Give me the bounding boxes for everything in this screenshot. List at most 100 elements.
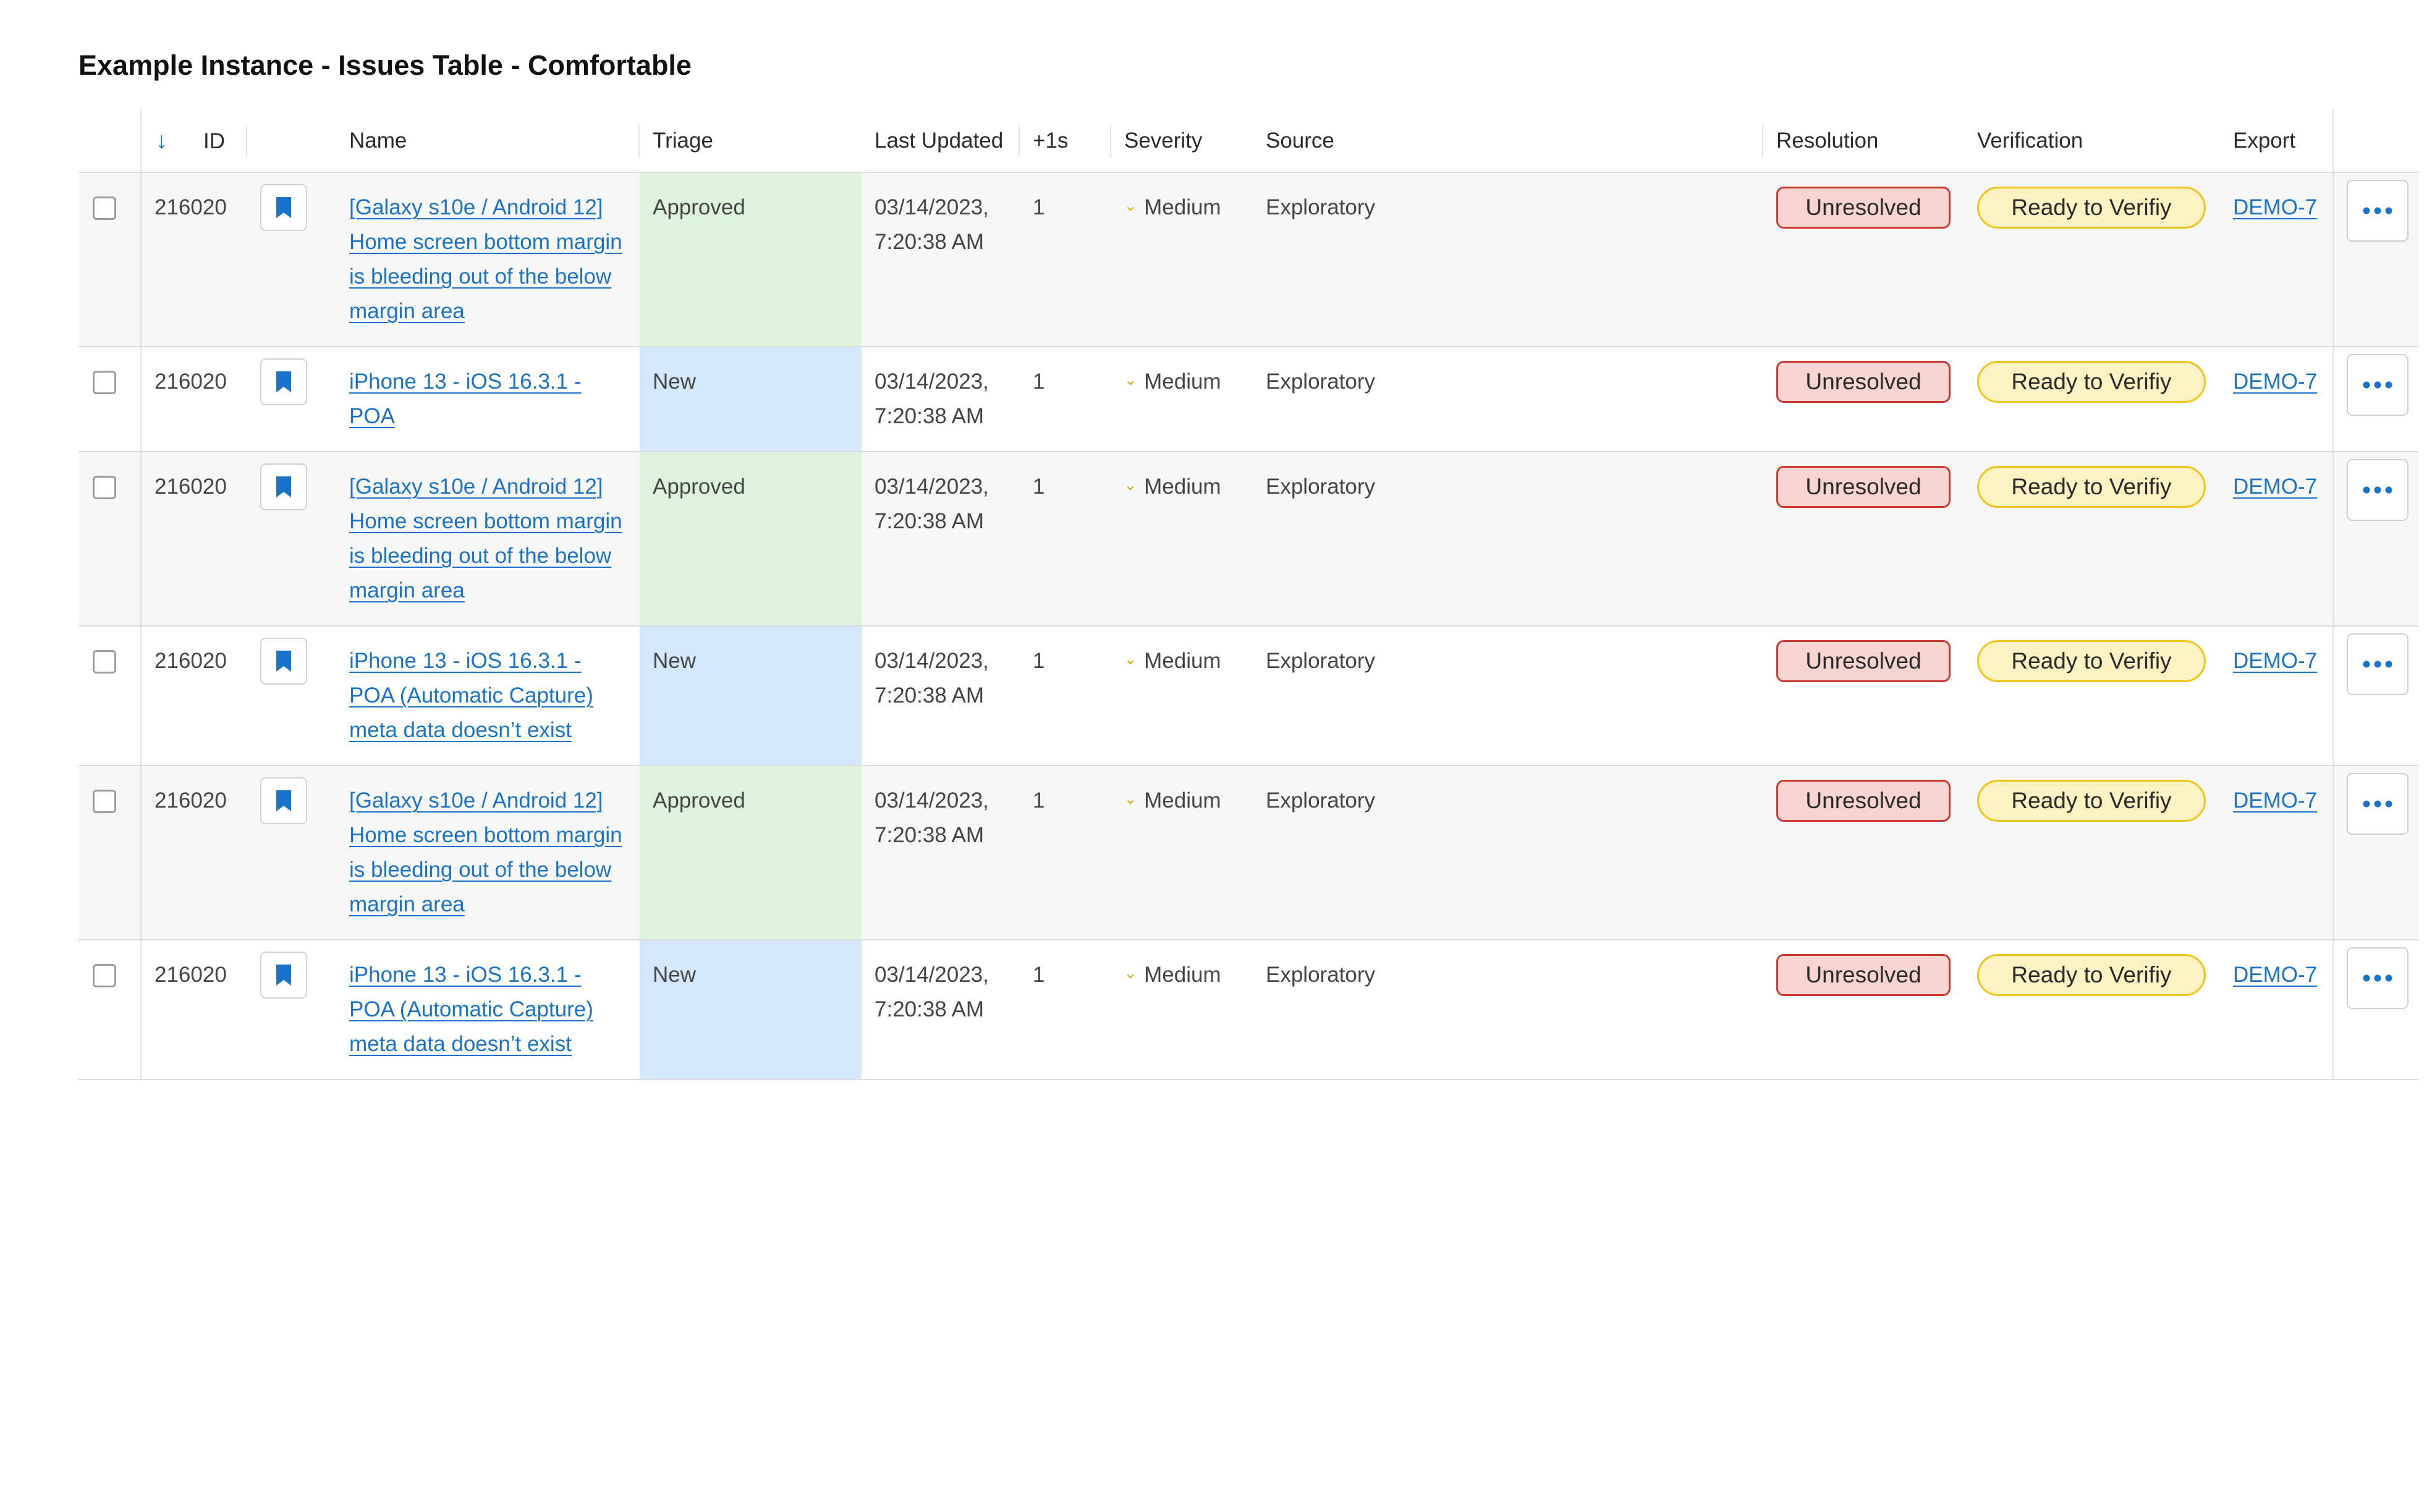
bookmark-button[interactable] [260, 952, 307, 999]
more-actions-button[interactable] [2347, 947, 2409, 1009]
last-updated-cell: 03/14/2023, 7:20:38 AM [862, 452, 1020, 627]
plus-ones-cell: 1 [1020, 626, 1111, 766]
triage-cell: Approved [640, 766, 862, 940]
severity-value: Medium [1144, 195, 1221, 219]
more-actions-button[interactable] [2347, 459, 2409, 521]
export-link[interactable]: DEMO-7 [2233, 370, 2317, 394]
export-link[interactable]: DEMO-7 [2233, 475, 2317, 499]
row-checkbox[interactable] [93, 196, 116, 220]
bookmark-cell [247, 347, 336, 452]
verification-badge: Ready to Verifiy [1977, 954, 2206, 996]
column-header-id[interactable]: ↓ ID [141, 110, 247, 173]
resolution-cell: Unresolved [1763, 766, 1964, 940]
source-cell: Exploratory [1253, 172, 1763, 347]
resolution-badge: Unresolved [1776, 640, 1951, 682]
bookmark-button[interactable] [260, 638, 307, 685]
issue-name-link[interactable]: iPhone 13 - iOS 16.3.1 - POA (Automatic … [349, 963, 593, 1056]
resolution-cell: Unresolved [1763, 626, 1964, 766]
last-updated-time: 7:20:38 AM [875, 683, 985, 707]
issue-name-link[interactable]: [Galaxy s10e / Android 12] Home screen b… [349, 475, 622, 602]
export-link[interactable]: DEMO-7 [2233, 788, 2317, 813]
last-updated-cell: 03/14/2023, 7:20:38 AM [862, 172, 1020, 347]
last-updated-cell: 03/14/2023, 7:20:38 AM [862, 940, 1020, 1080]
triage-cell: Approved [640, 452, 862, 627]
last-updated-cell: 03/14/2023, 7:20:38 AM [862, 626, 1020, 766]
id-cell: 216020 [141, 172, 247, 347]
id-cell: 216020 [141, 766, 247, 940]
select-cell [78, 940, 142, 1080]
chevron-down-icon: ⌄ [1124, 790, 1137, 808]
select-cell [78, 766, 142, 940]
resolution-badge: Unresolved [1776, 187, 1951, 229]
issue-name-link[interactable]: [Galaxy s10e / Android 12] Home screen b… [349, 195, 622, 323]
column-header-resolution[interactable]: Resolution [1763, 110, 1964, 173]
severity-value: Medium [1144, 963, 1221, 987]
issue-name-link[interactable]: iPhone 13 - iOS 16.3.1 - POA (Automatic … [349, 649, 593, 742]
column-header-last-updated[interactable]: Last Updated [862, 110, 1020, 173]
resolution-badge: Unresolved [1776, 954, 1951, 996]
issue-name-link[interactable]: iPhone 13 - iOS 16.3.1 - POA [349, 370, 582, 428]
resolution-cell: Unresolved [1763, 172, 1964, 347]
column-header-verification[interactable]: Verification [1964, 110, 2220, 173]
column-header-export[interactable]: Export [2220, 110, 2334, 173]
more-actions-button[interactable] [2347, 633, 2409, 695]
bookmark-button[interactable] [260, 184, 307, 231]
last-updated-date: 03/14/2023, [875, 370, 989, 394]
triage-cell: New [640, 626, 862, 766]
actions-column-header [2333, 110, 2418, 173]
more-actions-button[interactable] [2347, 354, 2409, 416]
source-value: Exploratory [1266, 370, 1376, 394]
triage-status: Approved [653, 475, 745, 499]
issue-id: 216020 [155, 963, 227, 987]
column-header-triage[interactable]: Triage [640, 110, 862, 173]
sort-descending-icon[interactable]: ↓ [156, 128, 167, 154]
select-cell [78, 452, 142, 627]
issues-table: ↓ ID Name Triage Last Updated +1s Severit… [78, 110, 2418, 1080]
last-updated-time: 7:20:38 AM [875, 823, 985, 847]
verification-badge: Ready to Verifiy [1977, 361, 2206, 403]
verification-cell: Ready to Verifiy [1964, 766, 2220, 940]
export-link[interactable]: DEMO-7 [2233, 195, 2317, 219]
column-header-plus-ones[interactable]: +1s [1020, 110, 1111, 173]
column-header-name[interactable]: Name [336, 110, 640, 173]
row-checkbox[interactable] [93, 790, 116, 813]
bookmark-button[interactable] [260, 463, 307, 510]
resolution-badge: Unresolved [1776, 361, 1951, 403]
issue-id: 216020 [155, 370, 227, 394]
resolution-cell: Unresolved [1763, 347, 1964, 452]
issue-id: 216020 [155, 649, 227, 673]
more-actions-button[interactable] [2347, 773, 2409, 835]
plus-ones-count: 1 [1033, 963, 1045, 987]
column-header-source[interactable]: Source [1253, 110, 1763, 173]
triage-status: New [653, 370, 697, 394]
bookmark-icon [276, 371, 291, 392]
name-cell: iPhone 13 - iOS 16.3.1 - POA (Automatic … [336, 626, 640, 766]
plus-ones-cell: 1 [1020, 766, 1111, 940]
source-value: Exploratory [1266, 788, 1376, 813]
row-checkbox[interactable] [93, 964, 116, 987]
export-link[interactable]: DEMO-7 [2233, 963, 2317, 987]
select-column-header [78, 110, 142, 173]
export-cell: DEMO-7 [2220, 172, 2334, 347]
bookmark-cell [247, 452, 336, 627]
severity-cell: ⌄ Medium [1111, 347, 1253, 452]
id-cell: 216020 [141, 940, 247, 1080]
row-checkbox[interactable] [93, 650, 116, 674]
issue-name-link[interactable]: [Galaxy s10e / Android 12] Home screen b… [349, 788, 622, 916]
row-checkbox[interactable] [93, 371, 116, 394]
plus-ones-count: 1 [1033, 788, 1045, 813]
row-checkbox[interactable] [93, 476, 116, 499]
more-horizontal-icon [2363, 800, 2392, 808]
bookmark-button[interactable] [260, 777, 307, 824]
bookmark-button[interactable] [260, 358, 307, 405]
resolution-badge: Unresolved [1776, 466, 1951, 508]
verification-cell: Ready to Verifiy [1964, 452, 2220, 627]
triage-status: New [653, 649, 697, 673]
bookmark-icon [276, 965, 291, 986]
id-cell: 216020 [141, 626, 247, 766]
bookmark-icon [276, 651, 291, 672]
more-actions-button[interactable] [2347, 180, 2409, 242]
column-header-severity[interactable]: Severity [1111, 110, 1253, 173]
export-cell: DEMO-7 [2220, 766, 2334, 940]
export-link[interactable]: DEMO-7 [2233, 649, 2317, 673]
